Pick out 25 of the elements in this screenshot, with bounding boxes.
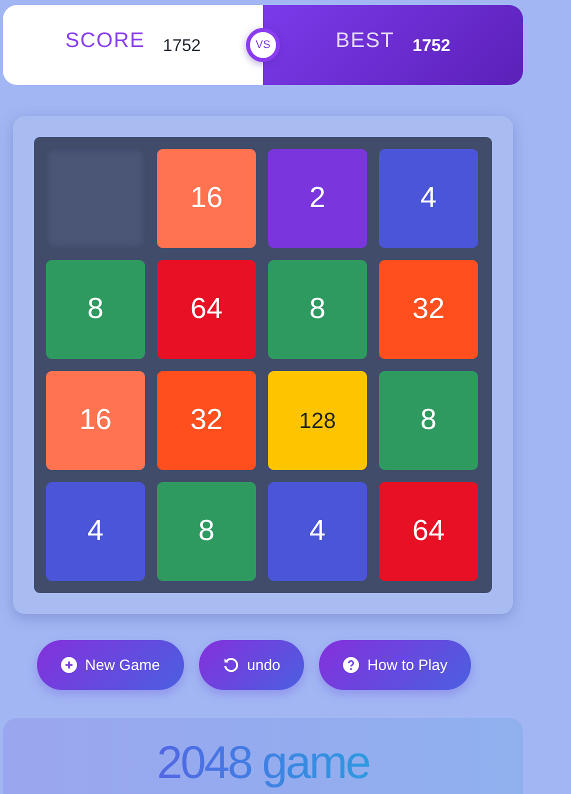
- number-tile: 8: [46, 260, 145, 359]
- number-tile: 32: [379, 260, 478, 359]
- number-tile: 16: [46, 371, 145, 470]
- number-tile: 128: [268, 371, 367, 470]
- number-tile: 8: [379, 371, 478, 470]
- help-icon: [343, 657, 360, 673]
- number-tile: 4: [46, 482, 145, 581]
- number-tile: 32: [157, 371, 256, 470]
- undo-icon: [223, 657, 240, 673]
- number-tile: 64: [379, 482, 478, 581]
- plus-circle-icon: [61, 657, 77, 673]
- number-tile: 64: [157, 260, 256, 359]
- number-tile: 2: [268, 149, 367, 248]
- score-label: SCORE: [65, 29, 145, 53]
- undo-button[interactable]: undo: [199, 640, 304, 690]
- number-tile: 4: [268, 482, 367, 581]
- best-value: 1752: [412, 36, 450, 56]
- new-game-button[interactable]: New Game: [37, 640, 184, 690]
- help-button[interactable]: How to Play: [319, 640, 472, 690]
- score-value: 1752: [162, 36, 201, 56]
- best-label: BEST: [336, 29, 395, 53]
- number-tile: 8: [268, 260, 367, 359]
- number-tile: 16: [157, 149, 256, 248]
- number-tile: 8: [157, 482, 256, 581]
- number-tile: 4: [379, 149, 478, 248]
